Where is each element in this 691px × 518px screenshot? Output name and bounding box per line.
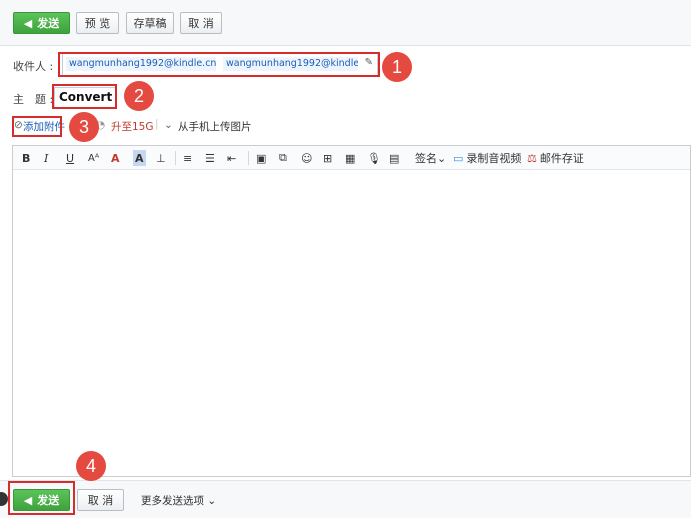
annotation-badge-1: 1 <box>382 52 412 82</box>
divider <box>175 151 176 165</box>
microphone-icon[interactable]: 🎙 <box>367 150 381 166</box>
send-plane-icon: ◀ <box>23 16 33 30</box>
highlight-box-send <box>8 481 75 515</box>
message-editor[interactable]: B I U Aᴬ A A ⊥ ≡ ☰ ⇤ ▣ ⧉ ☺ ⊞ ▦ 🎙 ▤ 签名 ⌄ ▭… <box>12 145 691 477</box>
signature-dropdown[interactable]: 签名 ⌄ <box>415 150 446 166</box>
annotation-badge-3: 3 <box>69 112 99 142</box>
indent-icon[interactable]: ⇤ <box>227 150 236 166</box>
preview-button[interactable]: 预 览 <box>76 12 119 34</box>
calendar-icon[interactable]: ▦ <box>345 150 355 166</box>
screenshot-icon[interactable]: ⧉ <box>279 150 287 166</box>
divider: | <box>155 118 159 130</box>
more-send-options[interactable]: 更多发送选项 ⌄ <box>141 493 216 508</box>
cancel-button-bottom[interactable]: 取 消 <box>77 489 124 511</box>
stamp-icon: ⚖ <box>527 151 537 165</box>
bold-icon[interactable]: B <box>22 150 30 166</box>
highlight-box-subject <box>52 84 117 109</box>
chevron-down-icon: ⌄ <box>437 151 447 165</box>
italic-icon[interactable]: I <box>44 150 48 166</box>
mail-evidence-button[interactable]: ⚖ 邮件存证 <box>527 150 584 166</box>
list-icon[interactable]: ☰ <box>205 150 215 166</box>
subject-label: 主 题 : <box>13 93 54 106</box>
chevron-down-icon[interactable]: ⌄ <box>164 119 173 131</box>
annotation-badge-2: 2 <box>124 81 154 111</box>
compose-page: ◀ 发送 预 览 存草稿 取 消 收件人 : wangmunhang1992@k… <box>0 0 691 518</box>
annotation-badge-4: 4 <box>76 451 106 481</box>
video-icon: ▭ <box>453 151 464 165</box>
image-icon[interactable]: ▣ <box>256 150 266 166</box>
background-color-icon[interactable]: A <box>133 150 146 166</box>
chevron-down-icon: ⌄ <box>207 495 217 507</box>
font-color-icon[interactable]: A <box>111 150 120 166</box>
clear-format-icon[interactable]: ⊥ <box>156 150 166 166</box>
divider <box>248 151 249 165</box>
underline-icon[interactable]: U <box>66 150 74 166</box>
emoji-icon[interactable]: ☺ <box>301 150 312 166</box>
highlight-box-attachment <box>12 116 62 137</box>
cancel-button-top[interactable]: 取 消 <box>180 12 222 34</box>
mobile-upload-link[interactable]: 从手机上传图片 <box>178 119 252 134</box>
save-draft-button[interactable]: 存草稿 <box>126 12 174 34</box>
template-icon[interactable]: ▤ <box>389 150 399 166</box>
font-size-icon[interactable]: Aᴬ <box>88 150 99 166</box>
align-icon[interactable]: ≡ <box>183 150 192 166</box>
send-button-top[interactable]: ◀ 发送 <box>13 12 70 34</box>
recipient-label: 收件人 : <box>13 60 54 73</box>
format-toolbar: B I U Aᴬ A A ⊥ ≡ ☰ ⇤ ▣ ⧉ ☺ ⊞ ▦ 🎙 ▤ 签名 ⌄ ▭… <box>13 146 690 170</box>
table-icon[interactable]: ⊞ <box>323 150 332 166</box>
record-video-button[interactable]: ▭ 录制音视频 <box>453 150 521 166</box>
highlight-box-recipient <box>58 52 380 77</box>
top-toolbar: ◀ 发送 预 览 存草稿 取 消 <box>0 0 691 46</box>
upgrade-storage-link[interactable]: 升至15G <box>111 119 154 134</box>
